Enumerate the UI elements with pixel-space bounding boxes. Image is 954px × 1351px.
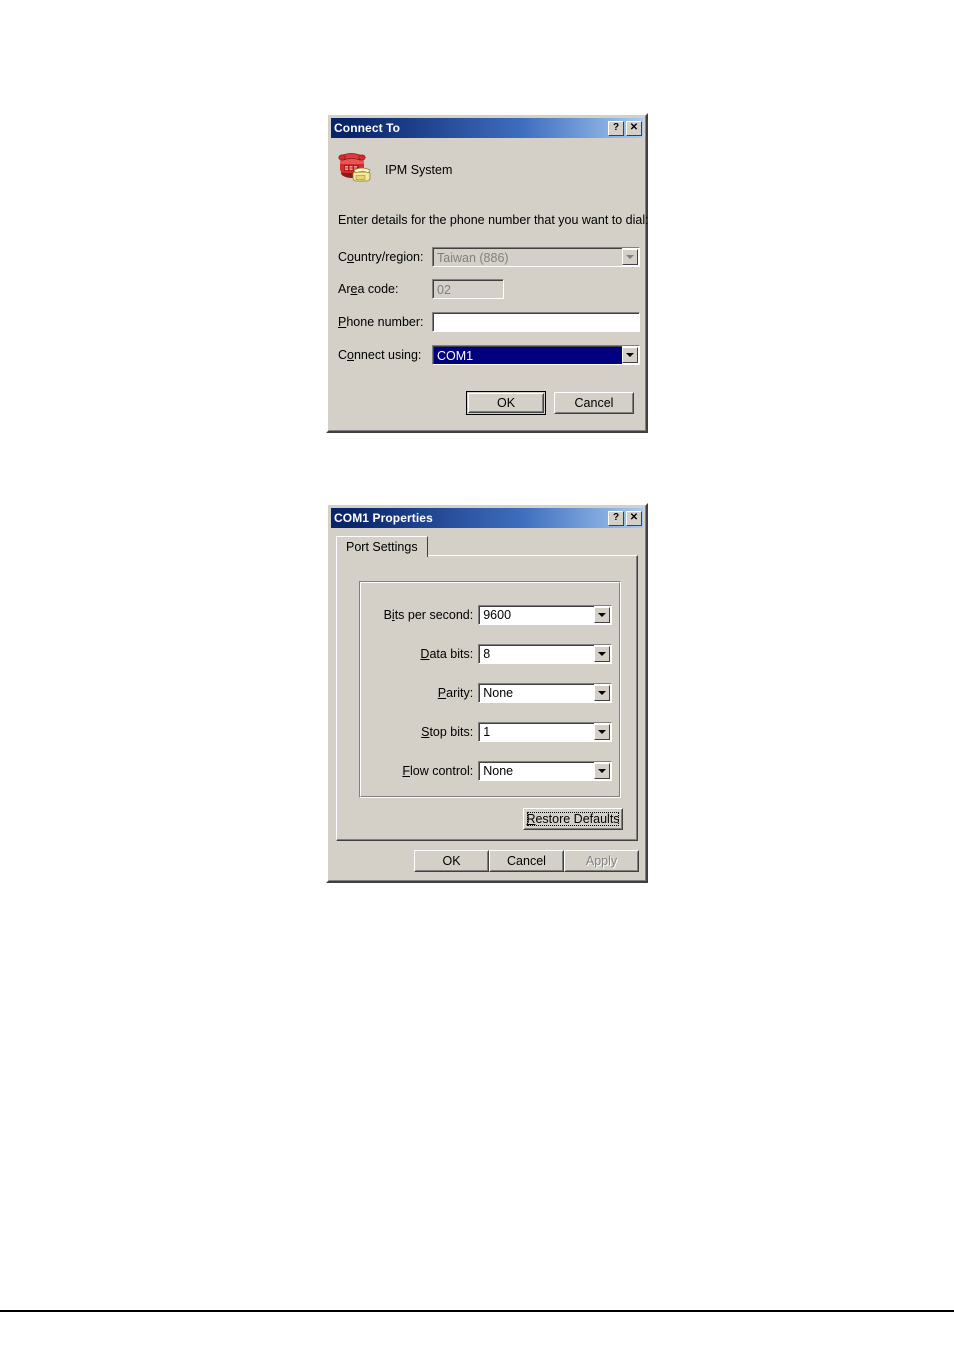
titlebar-buttons: ? ✕ xyxy=(608,510,642,526)
com1-properties-dialog: COM1 Properties ? ✕ Port Settings Bits p… xyxy=(326,503,648,883)
phone-number-label: Phone number: xyxy=(338,315,424,329)
restore-defaults-button[interactable]: Restore Defaults xyxy=(523,808,623,830)
cancel-button-label: Cancel xyxy=(507,854,546,868)
flow-control-label: Flow control: xyxy=(402,763,474,778)
ok-button-label: OK xyxy=(496,396,516,410)
flow-control-field: None xyxy=(479,761,594,780)
field-row-connect-using: Connect using: COM1 xyxy=(338,345,640,365)
data-bits-combo[interactable]: 8 xyxy=(478,643,612,664)
restore-defaults-label: Restore Defaults xyxy=(526,812,620,826)
chevron-down-icon[interactable] xyxy=(622,347,638,363)
data-bits-field: 8 xyxy=(479,644,594,663)
com1-titlebar[interactable]: COM1 Properties ? ✕ xyxy=(331,508,643,528)
country-region-value: Taiwan (886) xyxy=(437,250,509,265)
connect-to-title: Connect To xyxy=(334,121,401,135)
bits-per-second-combo[interactable]: 9600 xyxy=(478,604,612,625)
close-icon[interactable]: ✕ xyxy=(626,510,642,526)
ok-button[interactable]: OK xyxy=(414,850,489,872)
page-footer-rule xyxy=(0,1310,954,1312)
field-row-country-region: Country/region: Taiwan (886) xyxy=(338,247,640,267)
country-region-combo-field: Taiwan (886) xyxy=(433,248,622,266)
stop-bits-label: Stop bits: xyxy=(421,724,474,739)
connect-using-combo[interactable]: COM1 xyxy=(432,345,640,365)
flow-control-value: None xyxy=(483,764,514,778)
country-region-label: Country/region: xyxy=(338,250,424,264)
stop-bits-combo[interactable]: 1 xyxy=(478,721,612,742)
data-bits-label: Data bits: xyxy=(420,646,474,661)
titlebar-buttons: ? ✕ xyxy=(608,120,642,136)
chevron-down-icon[interactable] xyxy=(594,606,610,623)
ok-button[interactable]: OK xyxy=(466,391,546,415)
port-settings-panel: Bits per second: 9600 Data bits: 8 Parit… xyxy=(336,555,638,841)
phone-number-input[interactable] xyxy=(432,312,640,332)
chevron-down-icon[interactable] xyxy=(594,762,610,779)
area-code-label: Area code: xyxy=(338,282,399,296)
flow-control-combo[interactable]: None xyxy=(478,760,612,781)
connect-to-dialog: Connect To ? ✕ IPM System Enter details … xyxy=(326,113,649,433)
data-bits-value: 8 xyxy=(483,647,491,661)
setting-row-data-bits: Data bits: 8 xyxy=(368,643,612,664)
help-icon[interactable]: ? xyxy=(608,120,624,136)
cancel-button-label: Cancel xyxy=(574,396,614,410)
area-code-field: 02 xyxy=(433,280,503,298)
area-code-input[interactable]: 02 xyxy=(432,279,504,299)
country-region-combo[interactable]: Taiwan (886) xyxy=(432,247,640,267)
connect-using-combo-field: COM1 xyxy=(433,346,622,364)
settings-groupbox: Bits per second: 9600 Data bits: 8 Parit… xyxy=(359,581,621,798)
field-row-phone-number: Phone number: xyxy=(338,312,640,332)
setting-row-bits-per-second: Bits per second: 9600 xyxy=(368,604,612,625)
bits-per-second-label: Bits per second: xyxy=(383,607,474,622)
area-code-value: 02 xyxy=(437,282,451,297)
chevron-down-icon[interactable] xyxy=(594,645,610,662)
close-icon[interactable]: ✕ xyxy=(626,120,642,136)
stop-bits-value: 1 xyxy=(483,725,491,739)
tabstrip: Port Settings xyxy=(336,535,428,557)
setting-row-parity: Parity: None xyxy=(368,682,612,703)
com1-title: COM1 Properties xyxy=(334,511,433,525)
apply-button-label: Apply xyxy=(585,854,618,868)
parity-combo[interactable]: None xyxy=(478,682,612,703)
telephone-dialup-icon xyxy=(338,151,374,188)
parity-label: Parity: xyxy=(437,685,474,700)
cancel-button[interactable]: Cancel xyxy=(489,850,564,872)
connect-to-titlebar[interactable]: Connect To ? ✕ xyxy=(331,118,643,138)
parity-value: None xyxy=(483,686,514,700)
parity-field: None xyxy=(479,683,594,702)
instruction-text: Enter details for the phone number that … xyxy=(338,213,649,227)
apply-button[interactable]: Apply xyxy=(564,850,639,872)
field-row-area-code: Area code: 02 xyxy=(338,279,640,299)
chevron-down-icon[interactable] xyxy=(594,723,610,740)
chevron-down-icon[interactable] xyxy=(594,684,610,701)
tab-port-settings-label: Port Settings xyxy=(346,540,418,554)
connection-identity: IPM System xyxy=(338,151,452,188)
setting-row-stop-bits: Stop bits: 1 xyxy=(368,721,612,742)
connect-using-value: COM1 xyxy=(437,348,474,363)
phone-number-field xyxy=(433,313,639,331)
bits-per-second-value: 9600 xyxy=(483,608,512,622)
cancel-button[interactable]: Cancel xyxy=(554,392,634,414)
stop-bits-field: 1 xyxy=(479,722,594,741)
help-icon[interactable]: ? xyxy=(608,510,624,526)
connect-using-label: Connect using: xyxy=(338,348,422,362)
tab-port-settings[interactable]: Port Settings xyxy=(336,536,428,557)
ok-button-label: OK xyxy=(442,854,461,868)
chevron-down-icon[interactable] xyxy=(622,249,638,265)
setting-row-flow-control: Flow control: None xyxy=(368,760,612,781)
connection-name: IPM System xyxy=(385,162,453,177)
bits-per-second-field: 9600 xyxy=(479,605,594,624)
